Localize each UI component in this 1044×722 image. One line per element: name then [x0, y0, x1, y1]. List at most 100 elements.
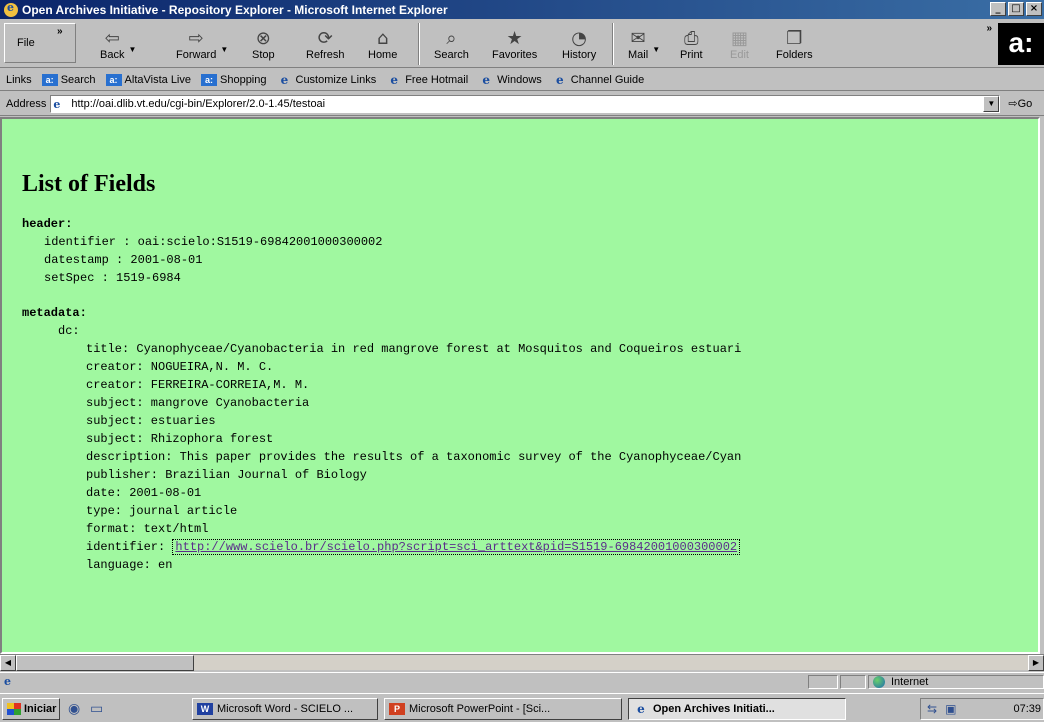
refresh-button[interactable]: ⟳ Refresh: [306, 23, 345, 65]
print-button[interactable]: ⎙ Print: [680, 23, 703, 65]
forward-button[interactable]: ⇨ Forward ▼: [176, 23, 228, 65]
status-cell: [808, 675, 838, 689]
horizontal-scrollbar[interactable]: ◀ ▶: [0, 654, 1044, 671]
toolbar-more-chevron[interactable]: »: [986, 23, 992, 34]
link-channel-icon: e: [555, 72, 564, 87]
dc-identifier-row: identifier: http://www.scielo.br/scielo.…: [86, 539, 741, 555]
maximize-button[interactable]: □: [1008, 2, 1024, 16]
system-tray: ⇆ ▣ 07:39: [920, 698, 1044, 720]
link-free-hotmail[interactable]: e Free Hotmail: [386, 74, 468, 86]
dc-field: creator: FERREIRA-CORREIA,M. M.: [86, 378, 310, 392]
quicklaunch-desktop-icon[interactable]: ▭: [90, 701, 103, 717]
back-arrow-icon: ⇦: [104, 28, 120, 49]
dc-field: title: Cyanophyceae/Cyanobacteria in red…: [86, 342, 742, 356]
word-icon: W: [197, 703, 213, 715]
mail-dropdown-icon[interactable]: ▼: [652, 45, 660, 54]
menu-file[interactable]: File: [17, 37, 35, 49]
link-shopping-icon: a:: [201, 73, 217, 86]
favorites-label: Favorites: [492, 49, 538, 61]
scroll-left-arrow-icon[interactable]: ◀: [0, 655, 16, 671]
search-label: Search: [434, 49, 469, 61]
address-label: Address: [6, 97, 47, 110]
task-powerpoint-label: Microsoft PowerPoint - [Sci...: [409, 703, 551, 715]
link-customize-label: Customize Links: [295, 73, 377, 86]
dc-field: language: en: [86, 558, 173, 572]
home-label: Home: [368, 49, 398, 61]
address-bar: Address e http://oai.dlib.vt.edu/cgi-bin…: [0, 92, 1044, 116]
link-altavista-icon: a:: [105, 73, 122, 86]
status-cell: [840, 675, 866, 689]
link-channel-guide[interactable]: e Channel Guide: [552, 74, 644, 86]
minimize-button[interactable]: _: [990, 2, 1006, 16]
scroll-thumb[interactable]: [16, 655, 194, 671]
link-windows-label: Windows: [497, 73, 542, 86]
title-bar[interactable]: Open Archives Initiative - Repository Ex…: [0, 0, 1044, 19]
task-word[interactable]: W Microsoft Word - SCIELO ...: [192, 698, 378, 720]
folders-button[interactable]: ❐ Folders: [776, 23, 813, 65]
folders-icon: ❐: [786, 28, 803, 49]
link-customize-icon: e: [280, 72, 289, 87]
go-arrow-icon: ⇨: [1008, 98, 1018, 110]
refresh-label: Refresh: [306, 49, 345, 61]
link-hotmail-icon: e: [390, 72, 399, 87]
printer-icon: ⎙: [684, 28, 699, 49]
quicklaunch-ie-icon[interactable]: ◉: [68, 701, 80, 717]
tray-network-icon[interactable]: ⇆: [927, 702, 937, 716]
close-button[interactable]: ×: [1026, 2, 1042, 16]
forward-dropdown-icon[interactable]: ▼: [220, 45, 228, 54]
history-icon: ◔: [571, 28, 587, 49]
task-powerpoint[interactable]: P Microsoft PowerPoint - [Sci...: [384, 698, 622, 720]
task-ie[interactable]: e Open Archives Initiati...: [628, 698, 846, 720]
history-button[interactable]: ◔ History: [562, 23, 596, 65]
address-dropdown-icon[interactable]: ▼: [983, 95, 1000, 112]
window-controls: _ □ ×: [990, 2, 1042, 16]
address-input[interactable]: e http://oai.dlib.vt.edu/cgi-bin/Explore…: [50, 94, 1001, 113]
link-windows[interactable]: e Windows: [478, 73, 542, 86]
home-button[interactable]: ⌂ Home: [368, 23, 397, 65]
dc-field: format: text/html: [86, 522, 209, 536]
dc-field: type: journal article: [86, 504, 238, 518]
task-word-label: Microsoft Word - SCIELO ...: [217, 703, 354, 715]
back-dropdown-icon[interactable]: ▼: [129, 45, 137, 54]
link-altavista-live[interactable]: a: AltaVista Live: [105, 73, 191, 86]
header-field: setSpec : 1519-6984: [44, 271, 181, 285]
header-field: identifier : oai:scielo:S1519-6984200100…: [44, 235, 383, 249]
dc-field: description: This paper provides the res…: [86, 450, 742, 464]
taskbar: Iniciar ◉ ▭ W Microsoft Word - SCIELO ..…: [0, 693, 1044, 722]
page-content[interactable]: List of Fields header: identifier : oai:…: [0, 117, 1040, 654]
windows-logo-icon: [7, 703, 21, 715]
dc-field: publisher: Brazilian Journal of Biology: [86, 468, 367, 482]
refresh-icon: ⟳: [317, 28, 333, 49]
identifier-link[interactable]: http://www.scielo.br/scielo.php?script=s…: [172, 539, 741, 555]
links-label: Links: [6, 73, 32, 86]
mail-button[interactable]: ✉ Mail ▼: [628, 23, 660, 65]
link-shopping[interactable]: a: Shopping: [201, 73, 267, 86]
tray-app-icon[interactable]: ▣: [945, 702, 956, 716]
edit-icon: ▦: [730, 28, 748, 49]
stop-button[interactable]: ⊗ Stop: [252, 23, 275, 65]
search-icon: ⌕: [446, 28, 457, 49]
search-button[interactable]: ⌕ Search: [434, 23, 469, 65]
favorites-button[interactable]: ★ Favorites: [492, 23, 537, 65]
dc-field: creator: NOGUEIRA,N. M. C.: [86, 360, 274, 374]
menu-bar: File »: [4, 23, 76, 63]
scroll-right-arrow-icon[interactable]: ▶: [1028, 655, 1044, 671]
edit-button[interactable]: ▦ Edit: [730, 23, 749, 65]
forward-label: Forward: [176, 49, 217, 61]
metadata-label: metadata:: [22, 306, 87, 320]
ie-icon[interactable]: [4, 1, 18, 17]
go-button[interactable]: ⇨Go: [1008, 97, 1032, 110]
menu-more-chevron[interactable]: »: [57, 26, 63, 37]
link-search-label: Search: [60, 73, 96, 86]
dc-field: subject: mangrove Cyanobacteria: [86, 396, 310, 410]
header-label: header:: [22, 217, 73, 231]
address-url: http://oai.dlib.vt.edu/cgi-bin/Explorer/…: [71, 97, 326, 110]
link-customize-links[interactable]: e Customize Links: [277, 74, 377, 86]
back-button[interactable]: ⇦ Back ▼: [100, 23, 136, 65]
page-heading: List of Fields: [22, 171, 156, 197]
link-search[interactable]: a: Search: [41, 73, 96, 86]
clock[interactable]: 07:39: [1013, 703, 1041, 715]
header-field: datestamp : 2001-08-01: [44, 253, 203, 267]
go-label: Go: [1017, 98, 1033, 110]
start-button[interactable]: Iniciar: [2, 698, 60, 720]
